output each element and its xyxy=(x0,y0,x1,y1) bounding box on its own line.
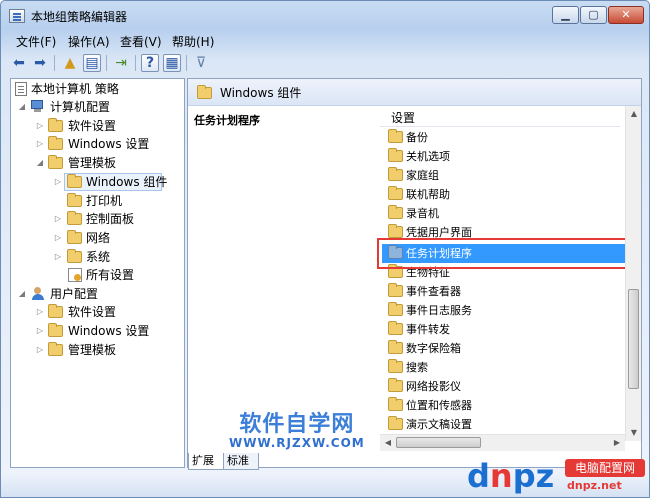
scroll-down-arrow-icon[interactable]: ▼ xyxy=(626,425,641,441)
folder-icon xyxy=(388,397,403,411)
folder-icon xyxy=(388,321,403,335)
maximize-button[interactable]: ▢ xyxy=(580,6,607,24)
tab-standard[interactable]: 标准 xyxy=(223,453,259,470)
folder-icon xyxy=(388,224,403,238)
vertical-scroll-thumb[interactable] xyxy=(628,289,639,389)
help-icon[interactable]: ? xyxy=(141,54,159,72)
back-arrow-icon[interactable]: ⬅ xyxy=(10,54,28,72)
logo-cn-badge: 电脑配置网 xyxy=(565,459,645,477)
tab-extended[interactable]: 扩展 xyxy=(188,453,224,470)
forward-arrow-icon[interactable]: ➡ xyxy=(31,54,49,72)
folder-icon xyxy=(388,186,403,200)
folder-icon xyxy=(388,359,403,373)
toolbar-separator xyxy=(186,55,187,71)
user-icon xyxy=(30,287,46,301)
folder-icon xyxy=(388,378,403,392)
watermark-url: WWW.RJZXW.COM xyxy=(229,436,365,450)
folder-icon xyxy=(388,283,403,297)
scroll-up-arrow-icon[interactable]: ▲ xyxy=(626,106,641,122)
title-bar[interactable]: 本地组策略编辑器 ▁ ▢ ✕ xyxy=(1,1,649,31)
collapsed-triangle-icon[interactable]: ▷ xyxy=(53,173,63,191)
collapsed-triangle-icon[interactable]: ▷ xyxy=(35,135,45,153)
tree-pane[interactable]: 本地计算机 策略 ◢ 计算机配置 ▷ 软件设置 ▷ Windows 设置 ◢ 管… xyxy=(10,78,185,468)
folder-icon xyxy=(48,304,63,318)
gpedit-window: 本地组策略编辑器 ▁ ▢ ✕ 文件(F) 操作(A) 查看(V) 帮助(H) ⬅… xyxy=(0,0,650,498)
window-title: 本地组策略编辑器 xyxy=(31,10,128,24)
scroll-left-arrow-icon[interactable]: ◀ xyxy=(380,435,396,451)
folder-icon xyxy=(388,340,403,354)
toolbar-separator xyxy=(54,55,55,71)
collapsed-triangle-icon[interactable]: ▷ xyxy=(53,210,63,228)
menu-file[interactable]: 文件(F) xyxy=(16,33,56,50)
folder-open-icon xyxy=(48,155,63,169)
folder-icon xyxy=(48,118,63,132)
collapsed-triangle-icon[interactable]: ▷ xyxy=(35,322,45,340)
folder-icon xyxy=(67,249,82,263)
gpedit-app-icon xyxy=(9,9,25,23)
logo-url: dnpz.net xyxy=(567,479,622,492)
expanded-triangle-icon[interactable]: ◢ xyxy=(17,285,27,303)
properties-icon[interactable]: ▦ xyxy=(163,54,181,72)
tree-item-windows-components[interactable]: ▷ Windows 组件 xyxy=(11,173,184,191)
watermark-title: 软件自学网 xyxy=(239,412,355,437)
toolbar-separator xyxy=(135,55,136,71)
menu-help[interactable]: 帮助(H) xyxy=(172,33,214,50)
horizontal-scroll-thumb[interactable] xyxy=(396,437,481,448)
highlight-annotation-box xyxy=(377,238,627,269)
filter-icon[interactable]: ⊽ xyxy=(192,54,210,72)
menu-action[interactable]: 操作(A) xyxy=(68,33,110,50)
folder-icon xyxy=(388,205,403,219)
collapsed-triangle-icon[interactable]: ▷ xyxy=(53,229,63,247)
up-folder-icon[interactable]: ▲ xyxy=(61,54,79,72)
details-header: Windows 组件 xyxy=(188,79,641,106)
folder-icon xyxy=(67,230,82,244)
collapsed-triangle-icon[interactable]: ▷ xyxy=(35,303,45,321)
close-button[interactable]: ✕ xyxy=(608,6,644,24)
expanded-triangle-icon[interactable]: ◢ xyxy=(17,98,27,116)
details-header-title: Windows 组件 xyxy=(220,86,302,100)
folder-icon xyxy=(48,323,63,337)
scroll-right-arrow-icon[interactable]: ▶ xyxy=(609,435,625,451)
expanded-triangle-icon[interactable]: ◢ xyxy=(35,154,45,172)
folder-icon xyxy=(388,129,403,143)
watermark: 软件自学网 WWW.RJZXW.COM xyxy=(229,406,365,450)
folder-icon xyxy=(67,193,82,207)
toolbar-separator xyxy=(106,55,107,71)
toolbar: ⬅ ➡ ▲ ▤ ⇥ ? ▦ ⊽ xyxy=(1,51,649,75)
folder-icon xyxy=(67,211,82,225)
collapsed-triangle-icon[interactable]: ▷ xyxy=(53,248,63,266)
all-settings-icon xyxy=(68,268,82,282)
folder-icon xyxy=(388,416,403,430)
horizontal-scrollbar[interactable]: ◀ ▶ xyxy=(380,434,625,451)
minimize-button[interactable]: ▁ xyxy=(552,6,579,24)
logo-wordmark: dnpz xyxy=(467,457,555,495)
policy-document-icon xyxy=(15,82,27,96)
column-header-setting[interactable]: 设置 xyxy=(380,106,628,127)
folder-icon xyxy=(388,167,403,181)
collapsed-triangle-icon[interactable]: ▷ xyxy=(35,117,45,135)
folder-icon xyxy=(388,302,403,316)
folder-icon xyxy=(388,148,403,162)
vertical-scrollbar[interactable]: ▲ ▼ xyxy=(625,106,641,441)
menu-view[interactable]: 查看(V) xyxy=(120,33,162,50)
collapsed-triangle-icon[interactable]: ▷ xyxy=(35,341,45,359)
description-title: 任务计划程序 xyxy=(194,114,260,127)
menu-bar: 文件(F) 操作(A) 查看(V) 帮助(H) xyxy=(1,31,649,51)
folder-icon xyxy=(48,136,63,150)
site-logo: dnpz 电脑配置网 dnpz.net xyxy=(467,457,647,497)
folder-icon xyxy=(67,174,82,188)
folder-icon xyxy=(197,85,212,99)
show-tree-icon[interactable]: ▤ xyxy=(83,54,101,72)
computer-icon xyxy=(30,100,46,113)
export-list-icon[interactable]: ⇥ xyxy=(112,54,130,72)
folder-icon xyxy=(48,342,63,356)
